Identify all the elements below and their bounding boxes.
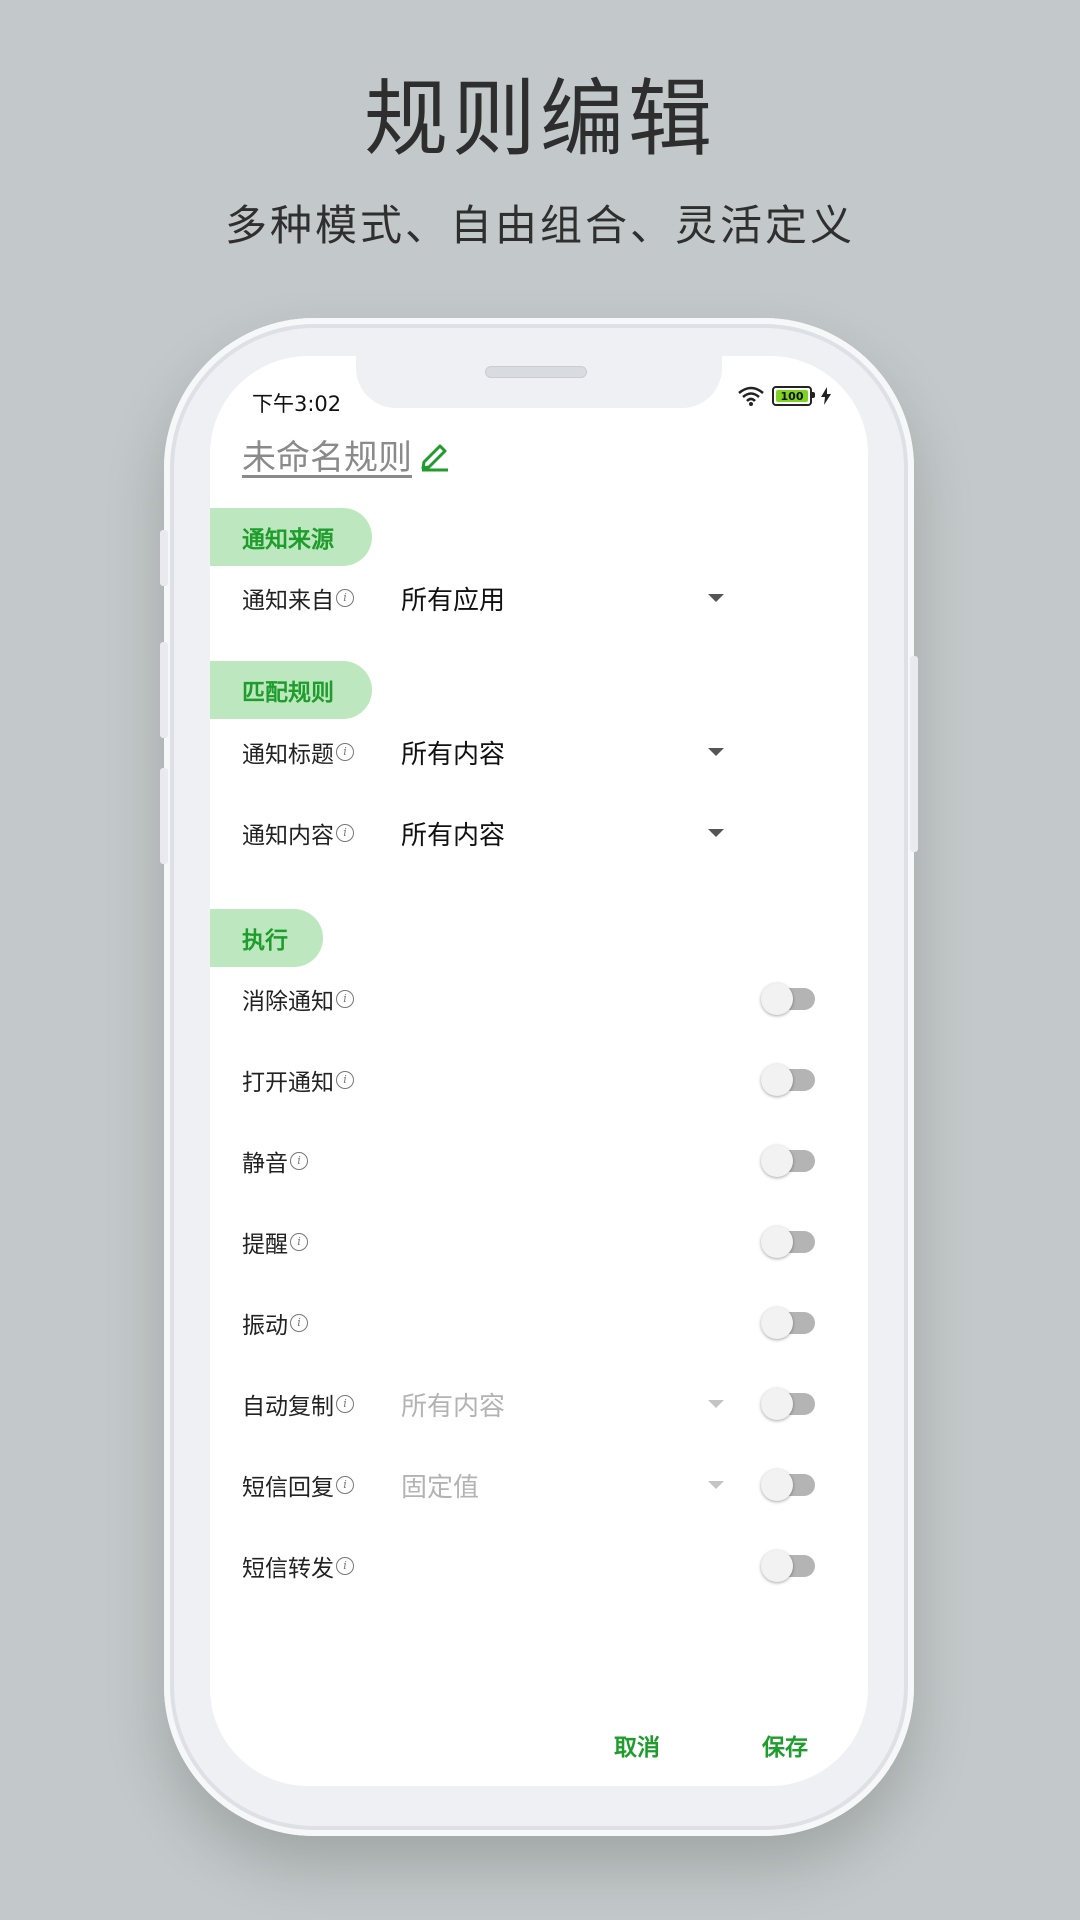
auto-copy-toggle[interactable] [761,1388,815,1420]
action-open[interactable]: 打开通知 i [210,1050,868,1110]
action-sms-reply[interactable]: 短信回复 i 固定值 [210,1455,868,1515]
sms-reply-select[interactable]: 固定值 [401,1467,479,1504]
notify-title-select[interactable]: 所有内容 [401,734,505,771]
speaker-grille [485,366,587,378]
action-remind[interactable]: 提醒 i [210,1212,868,1272]
info-icon[interactable]: i [336,824,354,842]
action-auto-copy[interactable]: 自动复制 i 所有内容 [210,1374,868,1434]
caret-down-icon[interactable] [708,1400,724,1408]
battery-icon: 100 [772,386,815,406]
cancel-button[interactable]: 取消 [614,1728,660,1762]
hero-title: 规则编辑 [363,70,716,168]
action-label: 静音 [242,1151,288,1177]
rule-name[interactable]: 未命名规则 [242,430,412,479]
caret-down-icon[interactable] [708,594,724,602]
action-label: 提醒 [242,1232,288,1258]
info-icon[interactable]: i [336,990,354,1008]
status-icons: 100 [738,386,832,406]
action-label: 短信回复 [242,1475,334,1501]
field-notify-content[interactable]: 通知内容 i 所有内容 [210,803,868,863]
volume-up-button [160,642,168,738]
notify-from-select[interactable]: 所有应用 [401,580,505,617]
info-icon[interactable]: i [336,589,354,607]
info-icon[interactable]: i [290,1233,308,1251]
sms-reply-toggle[interactable] [761,1469,815,1501]
save-button[interactable]: 保存 [762,1728,808,1762]
field-notify-title[interactable]: 通知标题 i 所有内容 [210,722,868,782]
field-label: 通知来自 [242,588,334,614]
vibrate-toggle[interactable] [761,1307,815,1339]
caret-down-icon[interactable] [708,829,724,837]
info-icon[interactable]: i [336,1071,354,1089]
rule-name-row[interactable]: 未命名规则 [242,430,452,479]
mute-switch [160,530,168,586]
info-icon[interactable]: i [290,1152,308,1170]
caret-down-icon[interactable] [708,1481,724,1489]
pencil-icon[interactable] [418,438,452,472]
mute-toggle[interactable] [761,1145,815,1177]
hero-subtitle: 多种模式、自由组合、灵活定义 [224,201,855,250]
action-label: 消除通知 [242,989,334,1015]
action-label: 振动 [242,1313,288,1339]
remind-toggle[interactable] [761,1226,815,1258]
phone-frame: 下午3:02 100 未命名规则 通知来源 通知来自 i 所有应用 匹配规则 通… [160,318,918,1836]
action-mute[interactable]: 静音 i [210,1131,868,1191]
section-source: 通知来源 [210,508,372,566]
section-execute: 执行 [210,909,323,967]
section-match: 匹配规则 [210,661,372,719]
info-icon[interactable]: i [336,1395,354,1413]
info-icon[interactable]: i [336,1557,354,1575]
action-label: 短信转发 [242,1556,334,1582]
field-notify-from[interactable]: 通知来自 i 所有应用 [210,568,868,628]
battery-level: 100 [780,389,804,403]
notify-content-select[interactable]: 所有内容 [401,815,505,852]
app-screen: 下午3:02 100 未命名规则 通知来源 通知来自 i 所有应用 匹配规则 通… [210,356,868,1786]
volume-down-button [160,768,168,864]
action-label: 自动复制 [242,1394,334,1420]
action-vibrate[interactable]: 振动 i [210,1293,868,1353]
power-button [910,656,918,852]
dismiss-toggle[interactable] [761,983,815,1015]
wifi-icon [738,386,764,406]
bolt-icon [821,387,831,405]
info-icon[interactable]: i [336,743,354,761]
action-dismiss[interactable]: 消除通知 i [210,969,868,1029]
caret-down-icon[interactable] [708,748,724,756]
open-toggle[interactable] [761,1064,815,1096]
info-icon[interactable]: i [336,1476,354,1494]
notch [356,356,722,408]
field-label: 通知标题 [242,742,334,768]
action-label: 打开通知 [242,1070,334,1096]
field-label: 通知内容 [242,823,334,849]
auto-copy-select[interactable]: 所有内容 [401,1386,505,1423]
status-time: 下午3:02 [252,392,342,416]
sms-forward-toggle[interactable] [761,1550,815,1582]
action-sms-forward[interactable]: 短信转发 i [210,1536,868,1596]
info-icon[interactable]: i [290,1314,308,1332]
